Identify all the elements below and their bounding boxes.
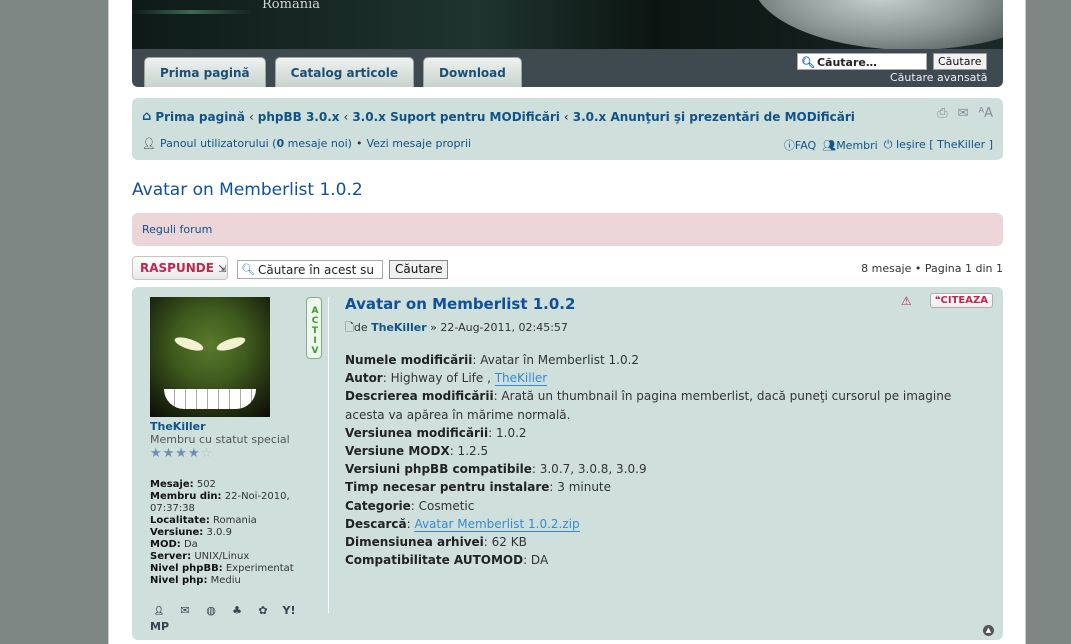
profile-detail-row: Nivel phpBB: Experimentat — [150, 563, 294, 574]
reply-button[interactable]: RASPUNDE ⇲ — [132, 256, 228, 280]
site-name: Romania — [262, 0, 320, 12]
logout-link[interactable]: ⏻ Ieşire [ TheKiller ] — [884, 138, 993, 152]
yahoo-icon[interactable]: Y! — [280, 603, 298, 619]
profile-detail-row: Nivel php: Mediu — [150, 575, 241, 586]
post-body: Avatar on Memberlist 1.0.2 🗋︎de TheKille… — [345, 295, 990, 569]
breadcrumb-separator: ‹ — [343, 109, 349, 124]
font-size-icon[interactable]: ᴬA — [979, 106, 994, 121]
pm-icon[interactable]: 👤︎MP — [150, 603, 169, 633]
back-to-top-icon[interactable]: ▲ — [983, 625, 994, 636]
page-tools: ⎙ ✉ ᴬA — [937, 106, 993, 121]
forum-rules-link[interactable]: Reguli forum — [142, 223, 212, 236]
forum-rules-box: Reguli forum — [132, 213, 1003, 246]
post-author[interactable]: TheKiller — [371, 321, 427, 334]
faq-link[interactable]: ⓘFAQ — [784, 137, 816, 153]
topic-search-input[interactable]: 🔍︎ Căutare în acest su — [237, 260, 383, 279]
breadcrumb-home[interactable]: Prima pagină — [155, 110, 245, 124]
search-icon: 🔍︎ — [241, 263, 255, 276]
post-profile: ACTIV TheKiller Membru cu statut special… — [150, 297, 322, 633]
report-button[interactable]: ⚠︎ — [901, 294, 912, 308]
profile-detail-row: Localitate: Romania — [150, 515, 257, 526]
breadcrumb-phpbb[interactable]: phpBB 3.0.x — [258, 110, 340, 124]
user-links: ⓘFAQ 👥︎Membri ⏻ Ieşire [ TheKiller ] — [784, 137, 993, 153]
breadcrumb-separator: ‹ — [248, 109, 254, 124]
user-panel-bar: 👤︎ Panoul utilizatorului (0 mesaje noi) … — [142, 137, 471, 150]
search-icon: 🔍︎ — [801, 55, 815, 69]
post: ACTIV TheKiller Membru cu statut special… — [132, 287, 1003, 640]
breadcrumb-announcements[interactable]: 3.0.x Anunţuri şi prezentări de MODifică… — [573, 110, 855, 124]
rank-stars: ★★★★☆ — [150, 446, 214, 461]
search-input-value: Căutare… — [816, 55, 877, 69]
members-icon: 👥︎ — [822, 138, 837, 152]
post-author-line: 🗋︎de TheKiller » 22-Aug-2011, 02:45:57 — [345, 321, 568, 334]
post-content: Numele modificării: Avatar în Memberlist… — [345, 353, 952, 568]
avatar — [150, 297, 270, 417]
advanced-search-link[interactable]: Căutare avansată — [890, 71, 987, 84]
topic-search: 🔍︎ Căutare în acest su Căutare — [237, 260, 449, 279]
website-icon[interactable]: ◍ — [202, 603, 220, 619]
profile-divider — [328, 297, 329, 613]
tab-home[interactable]: Prima pagină — [144, 57, 266, 87]
site-header: Romania Prima pagină Catalog articole Do… — [132, 0, 1003, 87]
profile-detail-row: Mesaje: 502 — [150, 479, 216, 490]
banner-decoration — [132, 10, 252, 14]
topic-search-button[interactable]: Căutare — [389, 260, 449, 279]
navbar: ⌂ Prima pagină ‹ phpBB 3.0.x ‹ 3.0.x Sup… — [132, 98, 1003, 160]
main-tabs: Prima pagină Catalog articole Download — [144, 57, 522, 87]
author-link[interactable]: TheKiller — [494, 371, 548, 387]
profile-detail-row: Versiune: 3.0.9 — [150, 527, 232, 538]
breadcrumb-separator: ‹ — [563, 109, 569, 124]
pagination-info: 8 mesaje • Pagina 1 din 1 — [861, 262, 1003, 275]
topic-title[interactable]: Avatar on Memberlist 1.0.2 — [132, 180, 363, 200]
post-buttons: ⚠︎ ❝CITEAZA — [901, 293, 993, 308]
icq-icon[interactable]: ✿ — [254, 603, 272, 619]
faq-icon: ⓘ — [783, 139, 795, 152]
site-banner: Romania — [132, 0, 1003, 49]
quote-button[interactable]: ❝CITEAZA — [929, 293, 993, 308]
reply-arrow-icon: ⇲ — [218, 264, 227, 275]
profile-username[interactable]: TheKiller — [150, 420, 312, 433]
post-title[interactable]: Avatar on Memberlist 1.0.2 — [345, 295, 990, 313]
members-link[interactable]: 👥︎Membri — [822, 139, 878, 152]
user-panel-icon: 👤︎ — [142, 137, 156, 150]
msn-icon[interactable]: ♣ — [228, 603, 246, 619]
topic-actions: RASPUNDE ⇲ 🔍︎ Căutare în acest su Căutar… — [132, 256, 1003, 280]
bullet-separator: • — [355, 137, 363, 150]
email-icon[interactable]: ✉ — [958, 106, 969, 121]
profile-rank: Membru cu statut special — [150, 433, 290, 446]
post-icon[interactable]: 🗋︎ — [345, 321, 354, 334]
download-link[interactable]: Avatar Memberlist 1.0.2.zip — [414, 516, 580, 532]
search-button[interactable]: Căutare — [933, 53, 987, 70]
page-wrapper: Romania Prima pagină Catalog articole Do… — [108, 0, 1026, 644]
contact-icons: 👤︎MP ✉ ◍ ♣ ✿ Y! — [150, 603, 312, 633]
banner-planet-image — [752, 0, 1003, 49]
active-badge: ACTIV — [306, 297, 322, 359]
search-input[interactable]: 🔍︎ Căutare… — [797, 53, 927, 70]
profile-detail-row: Membru din: 22-Noi-2010, 07:37:38 — [150, 491, 290, 514]
profile-details: Mesaje: 502 Membru din: 22-Noi-2010, 07:… — [150, 479, 312, 587]
user-panel-link[interactable]: Panoul utilizatorului (0 mesaje noi) — [160, 137, 352, 150]
tab-download[interactable]: Download — [422, 57, 522, 87]
profile-detail-row: Server: UNIX/Linux — [150, 551, 250, 562]
breadcrumb-support[interactable]: 3.0.x Suport pentru MODificări — [352, 110, 560, 124]
email-icon[interactable]: ✉ — [176, 603, 194, 619]
home-icon[interactable]: ⌂ — [142, 109, 151, 124]
print-icon[interactable]: ⎙ — [937, 106, 947, 121]
site-search: 🔍︎ Căutare… Căutare — [797, 53, 987, 70]
profile-detail-row: MOD: Da — [150, 539, 198, 550]
power-icon: ⏻ — [883, 138, 893, 151]
warning-icon: ⚠︎ — [900, 293, 912, 308]
tab-catalog[interactable]: Catalog articole — [274, 57, 414, 87]
own-posts-link[interactable]: Vezi mesaje proprii — [366, 137, 471, 150]
breadcrumb: ⌂ Prima pagină ‹ phpBB 3.0.x ‹ 3.0.x Sup… — [142, 109, 855, 124]
